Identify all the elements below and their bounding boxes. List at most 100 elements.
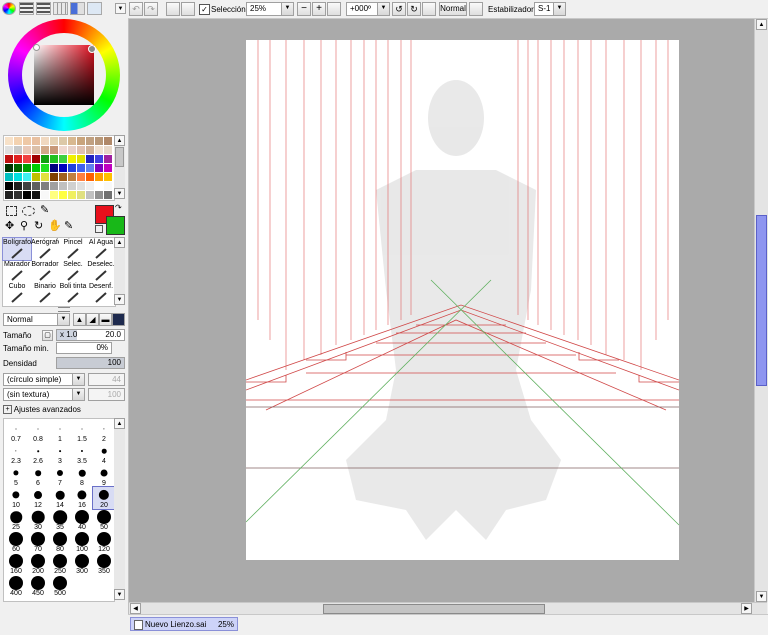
rotate-right-button[interactable]: ↻ [407,2,421,16]
stabilizer-select[interactable]: S-1 ▼ [534,2,566,16]
edge-soft-button[interactable]: ▬ [99,313,112,326]
scroll-up-button[interactable]: ▲ [756,19,767,30]
palette-swatch[interactable] [32,137,40,145]
palette-swatch[interactable] [59,137,67,145]
tool-select-pen[interactable]: Selec. [59,260,87,282]
brush-shape-select[interactable]: (círculo simple) ▼ [3,373,85,386]
palette-swatch[interactable] [104,137,112,145]
brush-size-preset[interactable]: 2.3 [5,443,27,465]
palette-swatch[interactable] [14,155,22,163]
palette-swatch[interactable] [86,191,94,199]
palette-swatch[interactable] [86,182,94,190]
canvas-viewport[interactable] [129,19,754,602]
panel-divider[interactable] [58,307,70,312]
tool-eraser[interactable]: Borrador [31,260,59,282]
panel-collapse-button[interactable]: ▼ [115,3,126,14]
brush-size-preset[interactable]: 250 [49,553,71,575]
zoom-icon[interactable]: ⚲ [20,220,28,233]
palette-swatch[interactable] [95,164,103,172]
palette-swatch[interactable] [77,191,85,199]
brush-size-scrollbar[interactable]: ▲ ▼ [114,418,125,600]
palette-swatch[interactable] [68,146,76,154]
scroll-down-button[interactable]: ▼ [756,591,767,602]
palette-swatch[interactable] [23,182,31,190]
brush-size-preset[interactable]: 16 [71,487,93,509]
palette-swatch[interactable] [14,137,22,145]
palette-swatch[interactable] [95,182,103,190]
palette-swatch[interactable] [50,191,58,199]
palette-swatch[interactable] [104,173,112,181]
hand-icon[interactable]: ✋ [48,220,62,233]
brush-shape-strength[interactable]: 44 [88,373,125,386]
flip-button[interactable] [469,2,483,16]
brush-size-preset[interactable]: 350 [93,553,115,575]
palette-swatch[interactable] [5,182,13,190]
palette-swatch[interactable] [32,182,40,190]
min-size-slider[interactable]: 0% [56,342,112,354]
palette-swatch[interactable] [86,173,94,181]
palette-swatch[interactable] [23,146,31,154]
rotation-select[interactable]: +000º ▼ [346,2,390,16]
rotate-reset-button[interactable] [422,2,436,16]
canvas-vertical-scrollbar[interactable]: ▲ ▼ [754,19,768,602]
palette-swatch[interactable] [77,164,85,172]
palette-swatch[interactable] [23,137,31,145]
palette-swatch[interactable] [23,173,31,181]
density-slider[interactable]: 100 [56,357,125,369]
palette-swatch[interactable] [59,191,67,199]
palette-swatch[interactable] [59,173,67,181]
palette-swatch[interactable] [86,155,94,163]
palette-swatch[interactable] [5,146,13,154]
tool-airbrush[interactable]: Aerógrafo [31,238,59,260]
brush-size-preset[interactable]: 40 [71,509,93,531]
tool-blur[interactable]: Desenf. [87,282,115,304]
palette-swatch[interactable] [104,155,112,163]
brush-size-preset[interactable]: 10 [5,487,27,509]
palette-swatch[interactable] [5,173,13,181]
palette-swatch[interactable] [95,191,103,199]
palette-swatch[interactable] [32,191,40,199]
zoom-select[interactable]: 25% ▼ [246,2,294,16]
palette-swatch[interactable] [23,164,31,172]
redo-button[interactable]: ↷ [144,2,158,16]
palette-swatch[interactable] [5,164,13,172]
tool-bucket[interactable]: Cubo [3,282,31,304]
palette-swatch[interactable] [104,182,112,190]
brush-size-preset[interactable]: 8 [71,465,93,487]
canvas-paper[interactable] [246,40,679,560]
palette-swatch[interactable] [41,191,49,199]
palette-swatch[interactable] [50,164,58,172]
palette-swatch[interactable] [68,164,76,172]
palette-swatch[interactable] [50,155,58,163]
color-wheel[interactable] [8,19,120,131]
brush-size-preset[interactable]: 100 [71,531,93,553]
brush-texture-strength[interactable]: 100 [88,388,125,401]
tool-pen[interactable]: Bolígrafo [2,237,32,261]
palette-swatch[interactable] [68,191,76,199]
palette-swatch[interactable] [5,155,13,163]
swap-colors-icon[interactable]: ↷ [115,203,122,212]
sv-picker-handle[interactable] [33,44,40,51]
brush-size-preset[interactable]: 25 [5,509,27,531]
palette-swatch[interactable] [95,155,103,163]
brush-size-preset[interactable]: 7 [49,465,71,487]
palette-swatch[interactable] [104,164,112,172]
palette-swatch[interactable] [59,146,67,154]
palette-swatch[interactable] [50,173,58,181]
secondary-color-box[interactable] [106,216,125,235]
scroll-right-button[interactable]: ▶ [741,603,752,614]
palette-swatch[interactable] [41,137,49,145]
invert-select-button[interactable] [181,2,195,16]
brush-size-preset[interactable]: 3 [49,443,71,465]
brush-size-preset[interactable]: 400 [5,575,27,597]
reset-colors-icon[interactable] [95,225,103,233]
palette-swatch[interactable] [41,155,49,163]
palette-swatch[interactable] [68,182,76,190]
rgb-slider-tab-icon[interactable] [19,2,34,15]
palette-swatch[interactable] [68,155,76,163]
palette-swatch[interactable] [14,164,22,172]
palette-swatch[interactable] [68,173,76,181]
selection-checkbox[interactable]: ✓ [199,4,210,15]
palette-swatch[interactable] [32,164,40,172]
palette-swatch[interactable] [23,191,31,199]
